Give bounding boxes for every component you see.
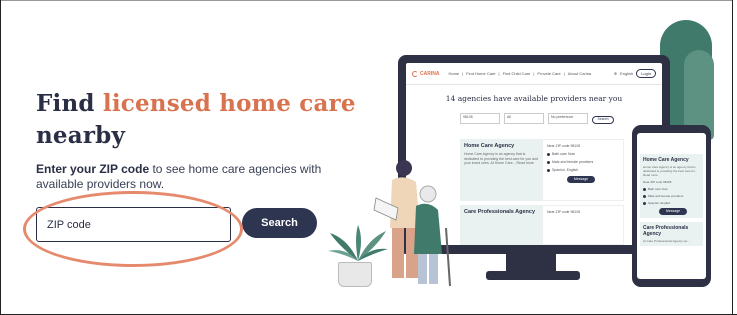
results-title: 14 agencies have available providers nea…: [445, 94, 623, 103]
filter-search-button: Search: [592, 116, 614, 124]
nav-item-find-child-care: Find Child Care: [502, 71, 531, 76]
phone-message-button: Message: [659, 208, 687, 215]
agency-services: Male and female providers: [547, 160, 619, 164]
nav-item-find-home-care: Find Home Care: [466, 71, 496, 76]
person-icon: [643, 194, 646, 198]
hero-title: Find licensed home care nearby: [36, 88, 356, 152]
login-button: Login: [636, 69, 656, 78]
globe-icon: ⊕: [613, 71, 618, 76]
agency-card-details: Near ZIP code 98105 Bath care Now Male a…: [542, 139, 624, 201]
clock-icon: [643, 187, 646, 191]
agency-name: Care Professionals Agency: [464, 209, 536, 215]
phone-agency-description: At Care Professionals Agency we...: [643, 239, 690, 243]
person-icon: [547, 160, 550, 164]
agency-availability: Bath care Now: [547, 152, 619, 156]
nav-item-provide-care: Provide Care: [537, 71, 561, 76]
potted-plant-illustration: [328, 225, 388, 261]
monitor-nav: CARINA Home | Find Home Care | Find Child …: [406, 63, 662, 85]
logo-mark-icon: [412, 70, 418, 77]
monitor-base: [486, 271, 580, 280]
phone-agency-languages: Spanish, English: [643, 201, 700, 205]
language-icon: [547, 168, 550, 172]
hero-subtitle-bold: Enter your ZIP code: [36, 162, 150, 176]
filter-language: No preference: [548, 113, 588, 124]
agency-card: Home Care Agency Home Care Agency is an …: [460, 139, 624, 201]
carina-logo: CARINA: [412, 70, 440, 77]
agency-card-info: Care Professionals Agency: [460, 205, 542, 245]
hero-subtitle: Enter your ZIP code to see home care age…: [36, 162, 326, 192]
phone-agency-card: Home Care Agency Home Care Agency is an …: [640, 154, 703, 218]
agency-zip: Near ZIP code 98105: [547, 144, 581, 148]
agency-description: Home Care Agency is an agency that is de…: [464, 152, 538, 165]
message-button: Message: [567, 176, 595, 183]
hero-title-line2: nearby: [36, 122, 126, 149]
phone-screen: Home Care Agency Home Care Agency is an …: [637, 133, 706, 279]
search-button[interactable]: Search: [242, 208, 317, 238]
filter-bar: 98105 All No preference Search: [460, 113, 614, 124]
agency-name: Home Care Agency: [464, 143, 515, 149]
phone-agency-availability: Bath care Now: [643, 187, 700, 191]
language-icon: [643, 201, 646, 205]
clock-icon: [547, 152, 550, 156]
phone-illustration: Home Care Agency Home Care Agency is an …: [632, 125, 711, 287]
agency-card-details: Near ZIP code 98105: [542, 205, 624, 245]
logo-text: CARINA: [420, 70, 440, 77]
nav-item-about: About Carina: [567, 71, 592, 76]
phone-agency-zip: Near ZIP code 98105: [643, 180, 672, 184]
zip-code-input[interactable]: [36, 207, 231, 242]
agency-card-info: Home Care Agency Home Care Agency is an …: [460, 139, 542, 201]
hero-title-plain: Find: [36, 90, 103, 117]
phone-agency-name: Care Professionals Agency: [643, 225, 689, 237]
agency-card: Care Professionals Agency Near ZIP code …: [460, 205, 624, 245]
filter-zip: 98105: [460, 113, 500, 124]
nav-item-home: Home: [448, 71, 460, 76]
caregiver-illustration: [373, 160, 451, 287]
phone-agency-name: Home Care Agency: [643, 157, 689, 163]
agency-languages: Spanish, English: [547, 168, 619, 172]
phone-agency-description: Home Care Agency is an agency that is de…: [643, 165, 698, 177]
phone-agency-services: Male and female providers: [643, 194, 700, 198]
filter-gender: All: [504, 113, 544, 124]
hero-title-accent: licensed home care: [102, 90, 356, 117]
phone-agency-card: Care Professionals Agency At Care Profes…: [640, 222, 703, 246]
language-select: English: [620, 71, 634, 76]
agency-zip: Near ZIP code 98105: [547, 210, 581, 214]
plant-pot: [338, 262, 372, 287]
page-right-border: [732, 0, 733, 315]
